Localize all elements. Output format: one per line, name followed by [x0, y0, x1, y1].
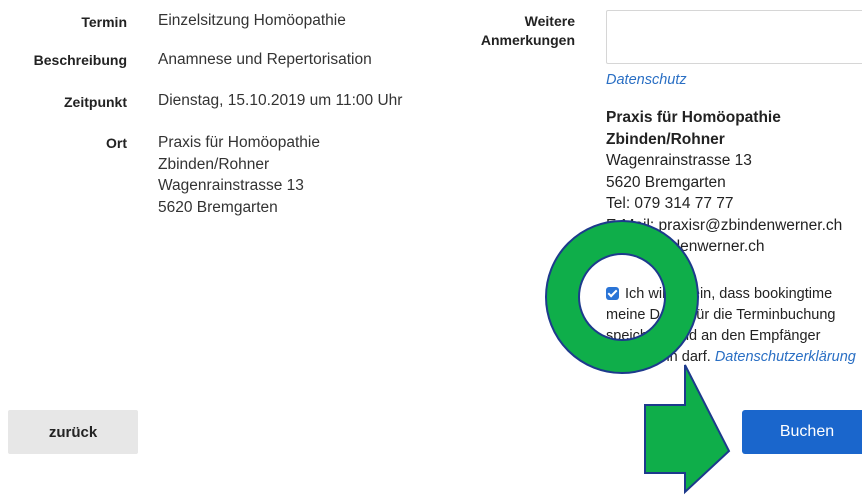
ort-value: Praxis für Homöopathie Zbinden/Rohner Wa…: [158, 132, 320, 218]
address-tel: Tel: 079 314 77 77: [606, 195, 734, 212]
termin-value: Einzelsitzung Homöopathie: [158, 12, 346, 29]
address-city: 5620 Bremgarten: [606, 173, 726, 191]
anmerkungen-label-line1: Weitere: [524, 13, 575, 29]
zeitpunkt-label: Zeitpunkt: [64, 94, 127, 110]
address-name-line2: Zbinden/Rohner: [606, 130, 725, 148]
practice-address: Praxis für Homöopathie Zbinden/Rohner Wa…: [606, 107, 842, 258]
address-street: Wagenrainstrasse 13: [606, 152, 752, 169]
ort-line: 5620 Bremgarten: [158, 198, 278, 216]
consent-checkbox[interactable]: [606, 287, 619, 300]
address-name-line1: Praxis für Homöopathie: [606, 109, 781, 126]
zeitpunkt-value: Dienstag, 15.10.2019 um 11:00 Uhr: [158, 92, 403, 109]
address-web: www.zbindenwerner.ch: [606, 238, 765, 255]
consent-line1: Ich willige ein, dass bookingtime: [625, 286, 833, 302]
ort-line: Wagenrainstrasse 13: [158, 177, 304, 194]
consent-line2: meine Daten für die Terminbuchung: [606, 307, 836, 323]
consent-block: Ich willige ein, dass bookingtime meine …: [606, 284, 862, 368]
termin-label: Termin: [81, 14, 127, 30]
consent-line3: speichern und an den Empfänger: [606, 328, 821, 344]
ort-line: Zbinden/Rohner: [158, 155, 270, 173]
beschreibung-label: Beschreibung: [33, 52, 127, 68]
anmerkungen-textarea[interactable]: [606, 10, 862, 64]
datenschutz-link[interactable]: Datenschutz: [606, 72, 687, 88]
ort-label: Ort: [106, 135, 127, 151]
address-email: E-Mail: praxisr@zbindenwerner.ch: [606, 216, 843, 234]
ort-line: Praxis für Homöopathie: [158, 134, 320, 151]
anmerkungen-label: Weitere Anmerkungen: [481, 12, 575, 50]
annotation-arrow: [644, 364, 731, 495]
anmerkungen-label-line2: Anmerkungen: [480, 32, 575, 48]
beschreibung-value: Anamnese und Repertorisation: [158, 51, 372, 68]
datenschutzerklaerung-link[interactable]: Datenschutzerklärung: [715, 349, 856, 365]
book-button[interactable]: Buchen: [742, 410, 862, 454]
consent-line4: übermitteln darf.: [606, 349, 711, 365]
back-button[interactable]: zurück: [8, 410, 138, 454]
